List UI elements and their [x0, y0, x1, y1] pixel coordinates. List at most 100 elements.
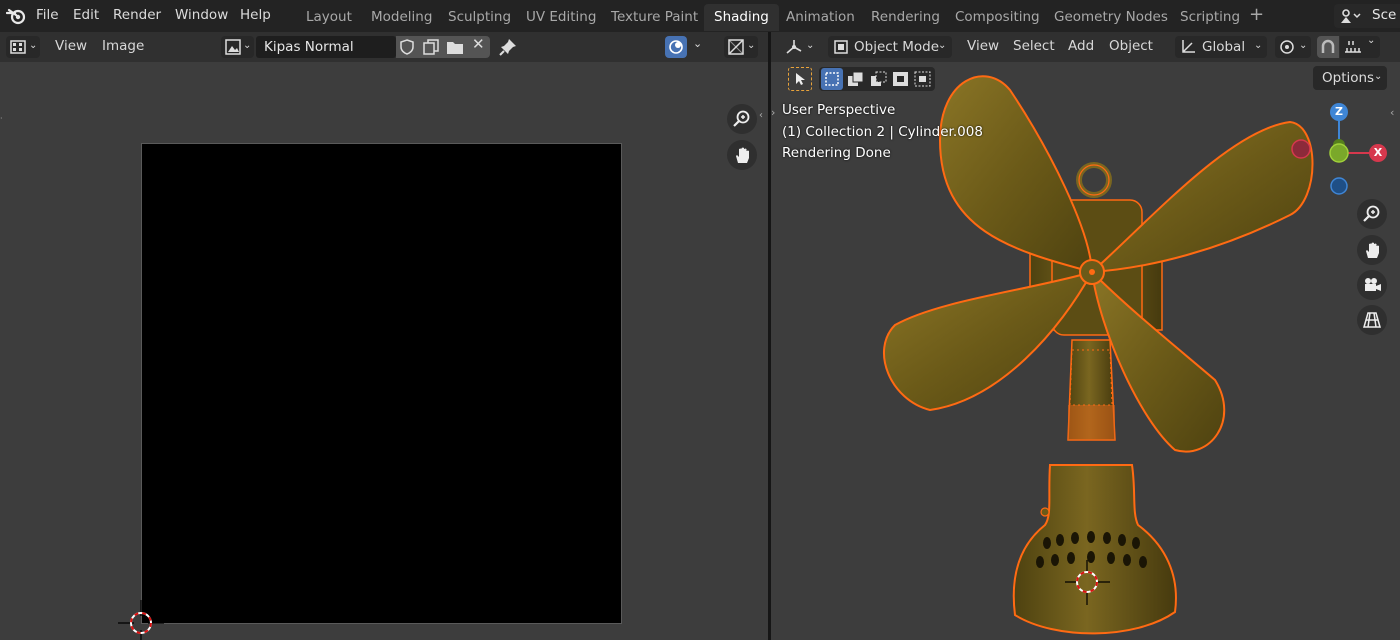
zoom-view-icon[interactable] [1357, 199, 1387, 229]
snap-increment-icon [1344, 39, 1362, 55]
tab-compositing[interactable]: Compositing [945, 4, 1050, 31]
toolbar-toggle-icon[interactable]: › [771, 106, 775, 119]
mode-label: Object Mode [854, 39, 940, 55]
menu-file[interactable]: File [36, 7, 59, 23]
tab-modeling[interactable]: Modeling [361, 4, 442, 31]
scene-icon [1339, 7, 1361, 25]
menu-view[interactable]: View [967, 38, 999, 54]
tab-scripting[interactable]: Scripting [1170, 4, 1250, 31]
image-editor-icon [10, 40, 26, 54]
top-bar: File Edit Render Window Help Layout Mode… [0, 0, 1400, 32]
chevron-down-icon: ⌄ [1299, 40, 1308, 51]
tab-texture-paint[interactable]: Texture Paint [601, 4, 708, 31]
tab-animation[interactable]: Animation [776, 4, 865, 31]
menu-render[interactable]: Render [113, 7, 161, 23]
tab-geometry-nodes[interactable]: Geometry Nodes [1044, 4, 1178, 31]
tab-shading[interactable]: Shading [704, 4, 779, 31]
mode-selector[interactable]: Object Mode ⌄ [828, 36, 952, 58]
open-folder-icon[interactable] [446, 39, 464, 55]
gizmo-z-label: Z [1335, 105, 1343, 118]
tab-uv-editing[interactable]: UV Editing [516, 4, 606, 31]
image-name-field[interactable]: Kipas Normal [256, 36, 396, 58]
chevron-down-icon: ⌄ [938, 40, 947, 51]
snap-toggle-button[interactable] [1317, 36, 1339, 58]
pivot-point-selector[interactable]: ⌄ [1275, 36, 1311, 58]
select-new-button[interactable] [821, 68, 843, 90]
select-extend-icon[interactable] [847, 71, 865, 87]
chevron-down-icon: ⌄ [806, 40, 815, 51]
channels-icon [728, 39, 744, 55]
pan-view-hand-icon[interactable] [1357, 235, 1387, 265]
pivot-icon [1279, 39, 1297, 55]
3d-viewport-icon [785, 39, 803, 55]
perspective-label: User Perspective [782, 102, 896, 118]
tab-layout[interactable]: Layout [296, 4, 362, 31]
image-editor: ⌄ View Image ⌄ Kipas Normal ✕ ⌄ ⌄ ‹ · [0, 32, 768, 640]
new-image-icon[interactable] [423, 39, 439, 55]
display-channels-button[interactable]: ⌄ [724, 36, 758, 58]
object-mode-icon [833, 39, 849, 55]
options-label: Options [1322, 70, 1375, 86]
image-canvas-area[interactable]: ‹ · [0, 62, 768, 640]
render-status: Rendering Done [782, 145, 891, 161]
image-name: Kipas Normal [264, 39, 354, 55]
chevron-down-icon: ⌄ [747, 40, 756, 51]
image-browse-button[interactable]: ⌄ [221, 36, 254, 58]
editor-type-button[interactable]: ⌄ [6, 36, 40, 58]
select-tool-button[interactable] [788, 67, 812, 91]
menu-edit[interactable]: Edit [73, 7, 99, 23]
chevron-down-icon: ⌄ [243, 40, 252, 51]
scene-selector[interactable]: Sce [1334, 4, 1400, 28]
perspective-grid-icon[interactable] [1357, 305, 1387, 335]
tab-sculpting[interactable]: Sculpting [438, 4, 521, 31]
pin-icon[interactable] [499, 38, 517, 56]
overlay-toggle-button[interactable] [665, 36, 687, 58]
select-invert-icon[interactable] [892, 71, 910, 87]
sidebar-toggle-icon[interactable]: ‹ [759, 110, 763, 121]
fake-user-shield-icon[interactable] [399, 39, 415, 55]
image-icon [225, 39, 241, 55]
pan-view-hand-icon[interactable] [727, 140, 757, 170]
menu-help[interactable]: Help [240, 7, 271, 23]
camera-view-icon[interactable] [1357, 270, 1387, 300]
gizmo-axis-x[interactable]: X [1369, 144, 1387, 162]
cursor-2d-icon[interactable] [118, 600, 164, 640]
close-icon[interactable]: ✕ [472, 35, 485, 53]
orientation-label: Global [1202, 39, 1246, 55]
magnet-icon [1320, 39, 1336, 55]
menu-select[interactable]: Select [1013, 38, 1055, 54]
scene-name: Sce [1372, 7, 1397, 23]
chevron-down-icon[interactable]: ⌄ [693, 37, 702, 50]
transform-orientation-selector[interactable]: Global ⌄ [1175, 36, 1267, 58]
gizmo-x-label: X [1373, 146, 1383, 159]
menu-view[interactable]: View [55, 38, 87, 54]
navigation-gizmo[interactable]: Z X [1286, 100, 1396, 200]
collection-info: (1) Collection 2 | Cylinder.008 [782, 124, 983, 140]
chevron-down-icon: ⌄ [29, 40, 38, 51]
left-edge-marker: · [0, 114, 3, 123]
menu-add[interactable]: Add [1068, 38, 1094, 54]
menu-window[interactable]: Window [175, 7, 228, 23]
image-editor-header: ⌄ View Image ⌄ Kipas Normal ✕ ⌄ ⌄ [0, 32, 768, 62]
menu-image[interactable]: Image [102, 38, 144, 54]
menu-object[interactable]: Object [1109, 38, 1153, 54]
viewport-header: ⌄ Object Mode ⌄ View Select Add Object G… [771, 32, 1400, 62]
image-preview [141, 143, 622, 624]
cursor-arrow-icon [794, 72, 806, 86]
select-subtract-icon[interactable] [870, 71, 888, 87]
tab-rendering[interactable]: Rendering [861, 4, 950, 31]
select-new-icon [824, 71, 840, 87]
overlays-icon [668, 39, 684, 55]
3d-viewport[interactable]: ⌄ Object Mode ⌄ View Select Add Object G… [771, 32, 1400, 640]
blender-logo-icon[interactable] [6, 7, 26, 25]
chevron-down-icon: ⌄ [1374, 71, 1383, 82]
chevron-down-icon: ⌄ [1367, 35, 1376, 46]
orientation-axes-icon [1180, 39, 1196, 55]
add-workspace-icon[interactable]: + [1249, 6, 1264, 24]
snap-settings-button[interactable]: ⌄ [1340, 35, 1380, 58]
options-button[interactable]: Options ⌄ [1313, 66, 1387, 90]
select-intersect-icon[interactable] [914, 71, 932, 87]
gizmo-axis-z[interactable]: Z [1330, 103, 1348, 121]
zoom-view-icon[interactable] [727, 104, 757, 134]
editor-type-button[interactable]: ⌄ [783, 36, 817, 58]
